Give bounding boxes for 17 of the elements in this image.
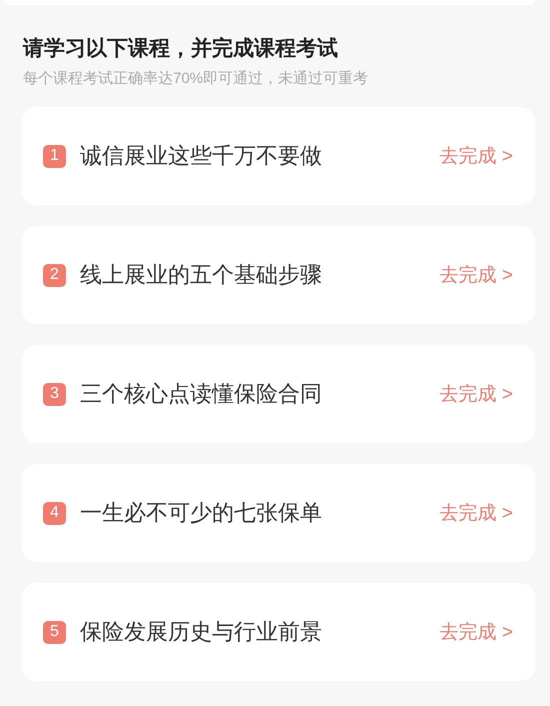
course-card[interactable]: 1 诚信展业这些千万不要做 去完成 >	[22, 107, 535, 205]
course-title: 诚信展业这些千万不要做	[80, 142, 323, 170]
number-badge: 5	[43, 620, 66, 644]
course-card[interactable]: 5 保险发展历史与行业前景 去完成 >	[22, 583, 535, 681]
number-badge: 4	[43, 502, 66, 524]
number-badge: 2	[43, 264, 66, 286]
course-title: 保险发展历史与行业前景	[80, 618, 323, 646]
course-title: 一生必不可少的七张保单	[80, 499, 323, 527]
course-card[interactable]: 4 一生必不可少的七张保单 去完成 >	[22, 464, 535, 562]
course-card[interactable]: 2 线上展业的五个基础步骤 去完成 >	[22, 226, 535, 324]
section-title: 请学习以下课程，并完成课程考试	[23, 36, 339, 62]
course-title: 三个核心点读懂保险合同	[80, 380, 323, 408]
number-badge: 1	[43, 144, 66, 168]
number-badge: 3	[43, 382, 66, 406]
course-title: 线上展业的五个基础步骤	[80, 261, 323, 289]
course-card[interactable]: 3 三个核心点读懂保险合同 去完成 >	[22, 345, 535, 443]
section-subtitle: 每个课程考试正确率达70%即可通过，未通过可重考	[23, 69, 370, 89]
